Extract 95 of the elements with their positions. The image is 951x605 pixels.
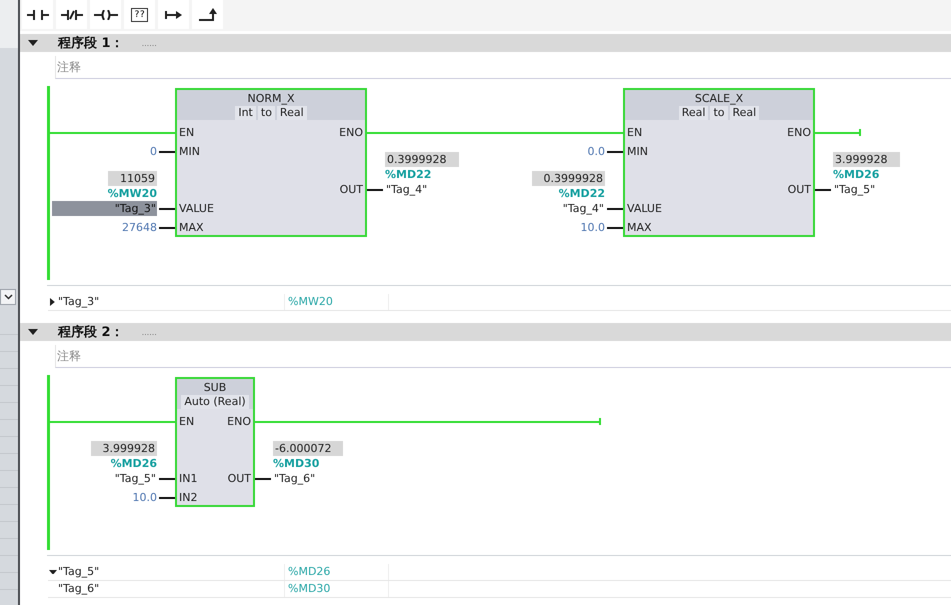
collapse-arrow-icon[interactable] (28, 40, 38, 46)
block-name: SUB (204, 381, 226, 394)
wire (815, 132, 860, 134)
tag-address: %MD26 (110, 456, 157, 471)
wire (159, 208, 175, 210)
comment-field[interactable]: 注释 (57, 348, 81, 364)
constant-value[interactable]: 10.0 (132, 490, 157, 505)
pin-label: EN (627, 126, 642, 140)
tag-address-cell: %MD26 (285, 564, 389, 580)
wire (815, 189, 831, 191)
pin-label: MIN (179, 145, 200, 159)
pin-label: MIN (627, 145, 648, 159)
expand-arrow-icon[interactable] (50, 298, 55, 306)
pin-label: OUT (788, 183, 811, 197)
tag-name-cell: "Tag_3" (57, 294, 285, 310)
monitor-value: 3.999928 (90, 441, 157, 456)
tag-address-cell: %MD30 (285, 581, 389, 597)
tag-operand[interactable]: "Tag_4" (385, 182, 428, 197)
wire (607, 227, 623, 229)
wire (159, 151, 175, 153)
pin-label: EN (179, 126, 194, 140)
pin-label: MAX (627, 221, 652, 235)
tag-operand[interactable]: "Tag_5" (114, 471, 157, 486)
monitor-value: 3.999928 (833, 152, 900, 167)
network-title: 程序段 1： (58, 34, 124, 52)
toolbar-button[interactable] (192, 0, 223, 29)
monitor-value: 0.3999928 (532, 171, 605, 186)
tag-operand[interactable]: "Tag_5" (833, 182, 876, 197)
wire (159, 227, 175, 229)
coil-icon (94, 10, 118, 20)
chevron-down-icon (4, 294, 12, 300)
comment-field[interactable]: 注释 (57, 58, 81, 76)
network-title: 程序段 2： (58, 324, 124, 341)
monitor-value: -6.000072 (273, 441, 344, 456)
tag-operand[interactable]: "Tag_4" (562, 201, 605, 216)
branch-up-arrow-icon (198, 8, 216, 22)
empty-box-icon: ?? (131, 8, 148, 22)
contact-icon (26, 10, 48, 20)
pin-label: OUT (228, 472, 251, 486)
data-type-label[interactable]: to (258, 106, 275, 120)
collapse-arrow-icon[interactable] (28, 329, 38, 335)
network-header[interactable]: 程序段 2： ...... (20, 323, 951, 341)
block-name: NORM_X (247, 92, 295, 105)
pin-label: IN2 (179, 491, 198, 505)
data-type-label[interactable]: Int (235, 106, 256, 120)
wire (159, 497, 175, 499)
wire (607, 208, 623, 210)
constant-value[interactable]: 0 (150, 144, 157, 159)
constant-value[interactable]: 10.0 (580, 220, 605, 235)
data-type-label[interactable]: to (710, 106, 728, 120)
constant-value[interactable]: 0.0 (588, 144, 605, 159)
tag-operand[interactable]: "Tag_3" (52, 201, 157, 216)
pin-label: VALUE (179, 202, 214, 216)
toolbar-button[interactable] (90, 0, 121, 29)
wire (255, 478, 271, 480)
pin-label: IN1 (179, 472, 198, 486)
function-block[interactable]: NORM_X Int to Real EN MIN VALUE MAX ENO OUT (175, 88, 367, 237)
data-type-label[interactable]: Real (678, 106, 708, 120)
tag-address: %MD26 (833, 167, 880, 182)
tag-name-cell: "Tag_6" (57, 581, 285, 597)
toolbar-button[interactable] (56, 0, 87, 29)
tag-operand[interactable]: "Tag_6" (273, 471, 316, 486)
branch-arrow-icon (164, 10, 182, 20)
data-type-label[interactable]: Auto (Real) (181, 395, 249, 409)
pin-label: OUT (340, 183, 363, 197)
pin-label: ENO (227, 415, 251, 429)
wire (367, 189, 383, 191)
function-block[interactable]: SCALE_X Real to Real EN MIN VALUE MAX ENO OUT (623, 88, 815, 237)
data-type-label[interactable]: Real (730, 106, 760, 120)
negated-contact-icon (60, 10, 82, 20)
pin-label: MAX (179, 221, 204, 235)
constant-value[interactable]: 27648 (122, 220, 157, 235)
block-name: SCALE_X (694, 92, 744, 105)
tag-address: %MD30 (273, 456, 320, 471)
pin-label: ENO (339, 126, 363, 140)
dropdown-button[interactable] (0, 289, 16, 305)
tag-address: %MD22 (558, 186, 605, 201)
pin-label: ENO (787, 126, 811, 140)
data-type-label[interactable]: Real (276, 106, 307, 120)
monitor-value: 11059 (108, 171, 157, 186)
wire (159, 478, 175, 480)
toolbar-button[interactable] (158, 0, 189, 29)
tag-address-cell: %MW20 (285, 294, 389, 310)
function-block[interactable]: SUB Auto (Real) EN IN1 IN2 ENO OUT (175, 377, 255, 507)
pin-label: EN (179, 415, 194, 429)
toolbar-button[interactable] (22, 0, 53, 29)
pin-label: VALUE (627, 202, 662, 216)
collapse-arrow-icon[interactable] (48, 570, 56, 574)
monitor-value: 0.3999928 (385, 152, 458, 167)
tag-address: %MW20 (108, 186, 157, 201)
network-header[interactable]: 程序段 1： ...... (20, 34, 951, 52)
wire (607, 151, 623, 153)
tag-address: %MD22 (385, 167, 432, 182)
toolbar-button[interactable]: ?? (124, 0, 155, 29)
tag-name-cell: "Tag_5" (57, 564, 285, 580)
